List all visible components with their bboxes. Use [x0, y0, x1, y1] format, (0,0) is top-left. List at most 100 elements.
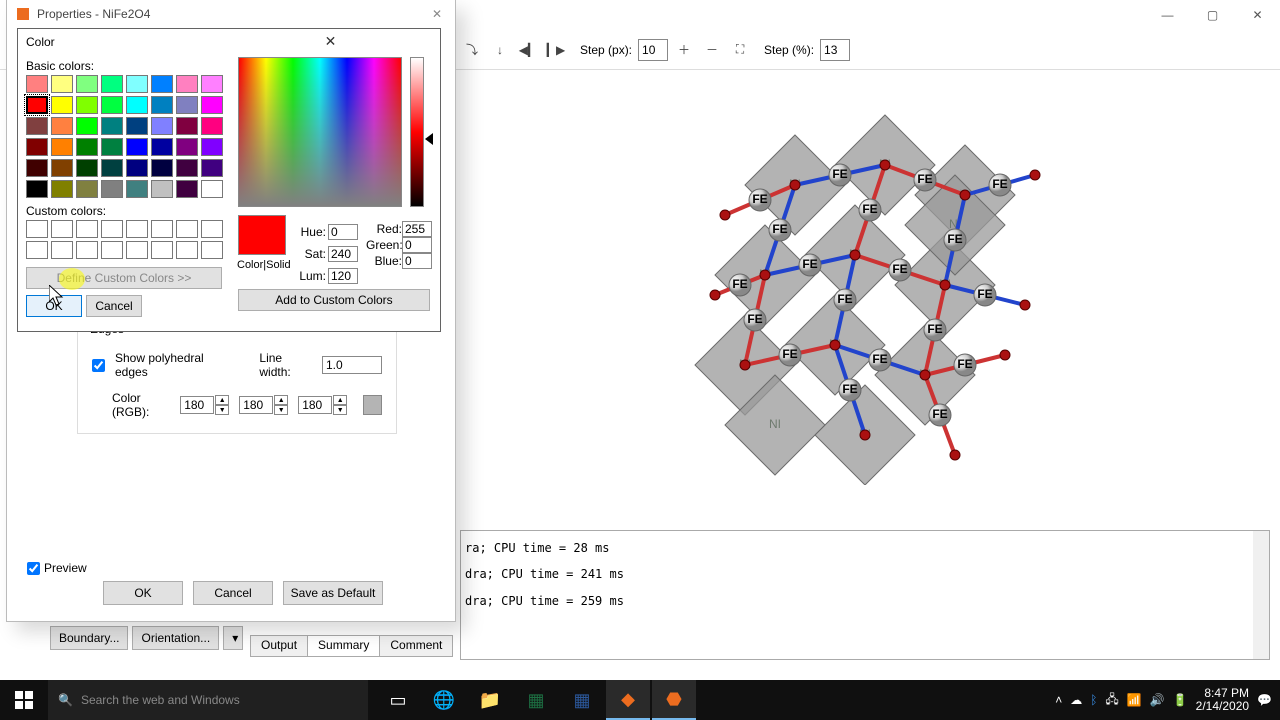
- blue-input[interactable]: [402, 253, 432, 269]
- basic-color-swatch[interactable]: [76, 159, 98, 177]
- chrome-icon[interactable]: 🌐: [422, 680, 466, 720]
- step-left-icon[interactable]: ◀▎: [516, 38, 540, 62]
- basic-color-swatch[interactable]: [201, 75, 223, 93]
- luminance-bar[interactable]: [410, 57, 424, 207]
- edge-b-input[interactable]: [298, 396, 332, 414]
- basic-color-swatch[interactable]: [76, 180, 98, 198]
- tray-up-icon[interactable]: ˄: [1055, 693, 1062, 707]
- custom-color-swatch[interactable]: [176, 220, 198, 238]
- basic-color-swatch[interactable]: [126, 180, 148, 198]
- basic-color-swatch[interactable]: [76, 96, 98, 114]
- basic-color-swatch[interactable]: [101, 75, 123, 93]
- minimize-button[interactable]: —: [1145, 0, 1190, 30]
- basic-color-swatch[interactable]: [26, 75, 48, 93]
- tab-comment[interactable]: Comment: [379, 635, 453, 657]
- bluetooth-icon[interactable]: ᛒ: [1090, 693, 1097, 707]
- excel-icon[interactable]: ▦: [514, 680, 558, 720]
- edge-color-swatch[interactable]: [363, 395, 382, 415]
- notifications-icon[interactable]: 💬: [1257, 693, 1272, 707]
- custom-color-swatch[interactable]: [151, 241, 173, 259]
- basic-color-swatch[interactable]: [176, 159, 198, 177]
- basic-color-swatch[interactable]: [26, 180, 48, 198]
- basic-color-swatch[interactable]: [51, 138, 73, 156]
- custom-color-swatch[interactable]: [26, 220, 48, 238]
- custom-color-swatch[interactable]: [76, 241, 98, 259]
- green-input[interactable]: [402, 237, 432, 253]
- volume-icon[interactable]: 🔊: [1150, 693, 1165, 707]
- custom-color-swatch[interactable]: [126, 220, 148, 238]
- basic-color-swatch[interactable]: [151, 75, 173, 93]
- color-ok-button[interactable]: OK: [26, 295, 82, 317]
- edge-g-input[interactable]: [239, 396, 273, 414]
- basic-color-swatch[interactable]: [176, 75, 198, 93]
- arrow-down-right-icon[interactable]: ⤵: [460, 38, 484, 62]
- spinner-down-icon[interactable]: ▼: [333, 405, 347, 415]
- dropdown-button[interactable]: ▾: [223, 626, 243, 650]
- custom-color-swatch[interactable]: [201, 241, 223, 259]
- properties-ok-button[interactable]: OK: [103, 581, 183, 605]
- taskbar-search[interactable]: 🔍 Search the web and Windows: [48, 680, 368, 720]
- custom-color-swatch[interactable]: [201, 220, 223, 238]
- output-console[interactable]: ra; CPU time = 28 ms dra; CPU time = 241…: [460, 530, 1270, 660]
- basic-color-swatch[interactable]: [151, 96, 173, 114]
- word-icon[interactable]: ▦: [560, 680, 604, 720]
- basic-color-swatch[interactable]: [51, 159, 73, 177]
- basic-color-swatch[interactable]: [51, 117, 73, 135]
- color-dialog-close-icon[interactable]: ✕: [229, 33, 432, 51]
- edge-r-input[interactable]: [180, 396, 214, 414]
- basic-color-swatch[interactable]: [26, 117, 48, 135]
- basic-color-swatch[interactable]: [176, 117, 198, 135]
- properties-titlebar[interactable]: Properties - NiFe2O4 ✕: [7, 0, 455, 28]
- tab-summary[interactable]: Summary: [307, 635, 380, 657]
- wifi-icon[interactable]: 📶: [1127, 693, 1142, 707]
- battery-icon[interactable]: 🔋: [1173, 693, 1188, 707]
- sat-input[interactable]: [328, 246, 358, 262]
- basic-color-swatch[interactable]: [151, 138, 173, 156]
- basic-color-swatch[interactable]: [26, 96, 48, 114]
- basic-color-swatch[interactable]: [201, 180, 223, 198]
- custom-color-swatch[interactable]: [26, 241, 48, 259]
- spinner-down-icon[interactable]: ▼: [274, 405, 288, 415]
- basic-color-swatch[interactable]: [126, 75, 148, 93]
- basic-color-swatch[interactable]: [126, 138, 148, 156]
- show-polyhedral-checkbox[interactable]: [92, 359, 105, 372]
- basic-color-swatch[interactable]: [76, 75, 98, 93]
- basic-color-swatch[interactable]: [101, 138, 123, 156]
- minus-icon[interactable]: －: [700, 38, 724, 62]
- basic-color-swatch[interactable]: [201, 159, 223, 177]
- network-icon[interactable]: 🖧: [1105, 690, 1118, 711]
- file-explorer-icon[interactable]: 📁: [468, 680, 512, 720]
- orientation-button[interactable]: Orientation...: [132, 626, 219, 650]
- 3d-viewport[interactable]: viewBox="0 0 420 380">NININININININININI…: [460, 70, 1270, 520]
- line-width-input[interactable]: [322, 356, 382, 374]
- basic-color-swatch[interactable]: [201, 96, 223, 114]
- color-cancel-button[interactable]: Cancel: [86, 295, 142, 317]
- add-to-custom-button[interactable]: Add to Custom Colors: [238, 289, 430, 311]
- step-px-input[interactable]: [638, 39, 668, 61]
- luminance-arrow-icon[interactable]: [425, 133, 433, 145]
- basic-color-swatch[interactable]: [176, 180, 198, 198]
- hue-input[interactable]: [328, 224, 358, 240]
- maximize-button[interactable]: ▢: [1190, 0, 1235, 30]
- basic-color-swatch[interactable]: [176, 96, 198, 114]
- red-input[interactable]: [402, 221, 432, 237]
- spinner-up-icon[interactable]: ▲: [333, 395, 347, 405]
- custom-color-swatch[interactable]: [101, 220, 123, 238]
- basic-color-swatch[interactable]: [201, 138, 223, 156]
- boundary-button[interactable]: Boundary...: [50, 626, 128, 650]
- tab-output[interactable]: Output: [250, 635, 308, 657]
- basic-color-swatch[interactable]: [51, 180, 73, 198]
- fit-icon[interactable]: ⛶: [728, 38, 752, 62]
- basic-color-swatch[interactable]: [151, 117, 173, 135]
- basic-color-swatch[interactable]: [76, 138, 98, 156]
- basic-color-swatch[interactable]: [201, 117, 223, 135]
- basic-color-swatch[interactable]: [101, 117, 123, 135]
- start-button[interactable]: [0, 680, 48, 720]
- basic-color-swatch[interactable]: [51, 75, 73, 93]
- properties-cancel-button[interactable]: Cancel: [193, 581, 273, 605]
- basic-color-swatch[interactable]: [51, 96, 73, 114]
- basic-color-swatch[interactable]: [26, 138, 48, 156]
- preview-checkbox[interactable]: [27, 562, 40, 575]
- plus-icon[interactable]: ＋: [672, 38, 696, 62]
- lum-input[interactable]: [328, 268, 358, 284]
